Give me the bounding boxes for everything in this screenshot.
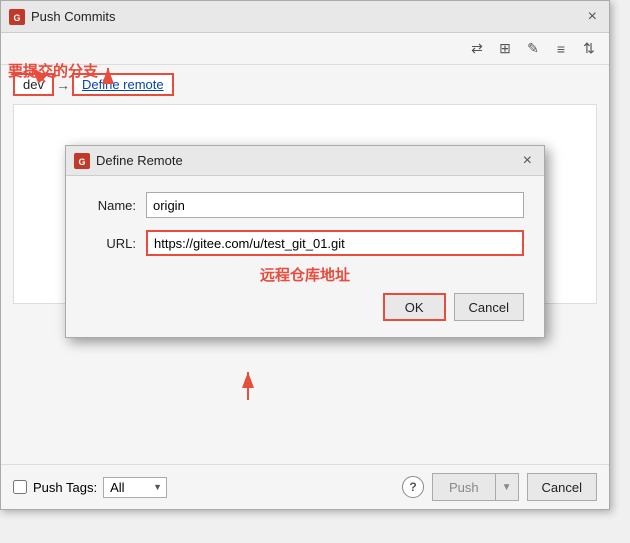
- toolbar-grid-icon[interactable]: ⊞: [493, 37, 517, 61]
- dialog-buttons: OK Cancel: [86, 293, 524, 321]
- name-row: Name:: [86, 192, 524, 218]
- bottom-bar: Push Tags: All None ? Push ▼ Cancel: [1, 464, 609, 509]
- define-remote-dialog: G Define Remote × Name: URL: 远程仓库地址 OK C…: [65, 145, 545, 338]
- main-close-button[interactable]: ×: [584, 9, 601, 25]
- name-label: Name:: [86, 198, 136, 213]
- titlebar-left: G Push Commits: [9, 9, 116, 25]
- tags-dropdown[interactable]: All None: [103, 477, 167, 498]
- push-tags-checkbox[interactable]: [13, 480, 27, 494]
- dialog-titlebar: G Define Remote ×: [66, 146, 544, 176]
- url-label: URL:: [86, 236, 136, 251]
- ok-button[interactable]: OK: [383, 293, 446, 321]
- window-title: Push Commits: [31, 9, 116, 24]
- toolbar-edit-icon[interactable]: ✎: [521, 37, 545, 61]
- svg-text:G: G: [78, 157, 85, 167]
- help-button[interactable]: ?: [402, 476, 424, 498]
- toolbar-sort-icon[interactable]: ⇅: [577, 37, 601, 61]
- url-row: URL:: [86, 230, 524, 256]
- main-titlebar: G Push Commits ×: [1, 1, 609, 33]
- dialog-title-text: Define Remote: [96, 153, 183, 168]
- toolbar-sync-icon[interactable]: ⇄: [465, 37, 489, 61]
- dialog-title-left: G Define Remote: [74, 153, 183, 169]
- url-input-wrapper: [146, 230, 524, 256]
- push-tags-group: Push Tags: All None: [13, 477, 167, 498]
- dialog-body: Name: URL: 远程仓库地址 OK Cancel: [66, 176, 544, 337]
- app-icon: G: [9, 9, 25, 25]
- push-button-group: Push ▼: [432, 473, 519, 501]
- url-annotation-text: 远程仓库地址: [86, 264, 524, 285]
- name-input[interactable]: [146, 192, 524, 218]
- dialog-app-icon: G: [74, 153, 90, 169]
- url-input[interactable]: [146, 230, 524, 256]
- tags-dropdown-wrapper: All None: [103, 477, 167, 498]
- branch-annotation-text: 要提交的分支: [8, 60, 98, 81]
- dialog-close-button[interactable]: ×: [519, 153, 536, 169]
- svg-text:G: G: [13, 13, 20, 23]
- cancel-button[interactable]: Cancel: [527, 473, 597, 501]
- push-dropdown-arrow[interactable]: ▼: [495, 473, 519, 501]
- push-tags-label: Push Tags:: [33, 480, 97, 495]
- push-button[interactable]: Push: [432, 473, 495, 501]
- toolbar-list-icon[interactable]: ≡: [549, 37, 573, 61]
- dialog-cancel-button[interactable]: Cancel: [454, 293, 524, 321]
